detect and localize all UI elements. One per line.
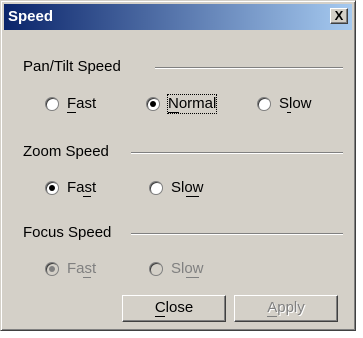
mnemonic-underline <box>186 277 199 278</box>
mnemonic-underline <box>168 112 179 113</box>
mnemonic-underline <box>83 196 91 197</box>
radio-circle <box>45 181 59 195</box>
pan-tilt-divider <box>155 67 343 69</box>
pan-tilt-fast-radio[interactable]: Fast <box>45 95 96 113</box>
mnemonic-underline <box>287 112 291 113</box>
focus-slow-label: Slow <box>171 260 204 277</box>
apply-button: Apply <box>234 295 338 322</box>
mnemonic-underline <box>83 277 91 278</box>
pan-tilt-slow-label: Slow <box>279 95 312 112</box>
focus-slow-radio: Slow <box>149 260 204 278</box>
close-button-label: Close <box>154 299 194 316</box>
focus-divider <box>131 233 343 235</box>
radio-circle <box>45 97 59 111</box>
radio-circle <box>149 181 163 195</box>
mnemonic-underline <box>186 196 199 197</box>
radio-circle <box>45 262 59 276</box>
mnemonic-underline <box>154 316 165 317</box>
focus-fast-label: Fast <box>67 260 97 277</box>
apply-button-label: Apply <box>267 299 305 316</box>
close-window-button[interactable]: X <box>330 8 348 24</box>
zoom-divider <box>131 152 343 154</box>
zoom-group-label: Zoom Speed <box>23 143 109 160</box>
focus-fast-radio: Fast <box>45 260 96 278</box>
title-bar[interactable]: Speed X <box>4 4 352 30</box>
window-title: Speed <box>8 8 54 25</box>
speed-dialog: Speed X Pan/Tilt Speed Fast Normal Slow … <box>0 0 356 331</box>
pan-tilt-slow-radio[interactable]: Slow <box>257 95 312 113</box>
radio-circle <box>149 262 163 276</box>
zoom-fast-label: Fast <box>67 179 97 196</box>
pan-tilt-normal-label: Normal <box>166 94 218 114</box>
mnemonic-underline <box>67 112 76 113</box>
zoom-fast-radio[interactable]: Fast <box>45 179 96 197</box>
close-button[interactable]: Close <box>122 295 226 322</box>
radio-circle <box>146 97 160 111</box>
focus-group-label: Focus Speed <box>23 224 112 241</box>
close-icon: X <box>334 8 344 23</box>
zoom-slow-radio[interactable]: Slow <box>149 179 204 197</box>
pan-tilt-fast-label: Fast <box>67 95 97 112</box>
mnemonic-underline <box>267 316 278 317</box>
radio-circle <box>257 97 271 111</box>
zoom-slow-label: Slow <box>171 179 204 196</box>
pan-tilt-group-label: Pan/Tilt Speed <box>23 58 121 75</box>
pan-tilt-normal-radio[interactable]: Normal <box>146 94 218 114</box>
